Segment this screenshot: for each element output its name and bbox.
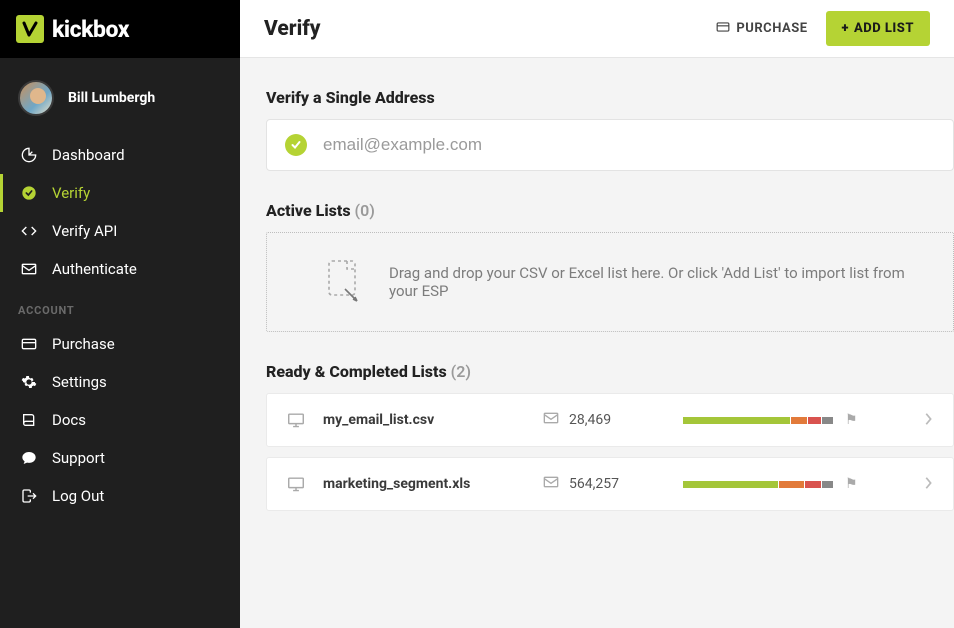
flag-icon: ⚑ [845, 412, 858, 428]
check-icon [285, 134, 307, 156]
drop-text: Drag and drop your CSV or Excel list her… [389, 264, 929, 300]
user-block[interactable]: Bill Lumbergh [0, 58, 240, 136]
list-count: 28,469 [543, 412, 683, 428]
envelope-icon [543, 476, 559, 492]
sidebar-item-settings[interactable]: Settings [0, 363, 240, 401]
list-name: marketing_segment.xls [323, 476, 543, 492]
list-row[interactable]: my_email_list.csv 28,469 ⚑ [266, 393, 954, 447]
active-lists-title: Active Lists (0) [266, 201, 954, 220]
sidebar-item-docs[interactable]: Docs [0, 401, 240, 439]
list-count: 564,257 [543, 476, 683, 492]
chat-icon [18, 450, 40, 466]
mail-icon [18, 262, 40, 276]
main: Verify PURCHASE + ADD LIST Verify a Sing… [240, 0, 954, 628]
single-address-input-wrap[interactable] [266, 119, 954, 171]
user-name: Bill Lumbergh [68, 90, 155, 106]
sidebar-item-label: Verify API [52, 222, 117, 240]
topbar-actions: PURCHASE + ADD LIST [716, 11, 930, 46]
sidebar-item-label: Docs [52, 411, 86, 429]
result-segment-bar [683, 481, 833, 488]
single-address-title: Verify a Single Address [266, 88, 954, 107]
source-desktop-icon [287, 412, 323, 428]
logo-text: kickbox [52, 16, 129, 43]
source-desktop-icon [287, 476, 323, 492]
sidebar-item-label: Purchase [52, 335, 115, 353]
book-icon [18, 412, 40, 428]
purchase-label: PURCHASE [736, 21, 807, 36]
sidebar-item-verify-api[interactable]: Verify API [0, 212, 240, 250]
chevron-right-icon [923, 411, 933, 430]
sidebar-item-purchase[interactable]: Purchase [0, 325, 240, 363]
active-lists-title-text: Active Lists [266, 201, 351, 220]
logo-mark-icon [16, 15, 44, 43]
list-count-value: 28,469 [569, 412, 611, 428]
list-row[interactable]: marketing_segment.xls 564,257 ⚑ [266, 457, 954, 511]
topbar: Verify PURCHASE + ADD LIST [240, 0, 954, 58]
sidebar-item-verify[interactable]: Verify [0, 174, 240, 212]
sidebar-item-label: Verify [52, 184, 90, 202]
email-input[interactable] [323, 135, 935, 155]
completed-lists-count: (2) [451, 362, 471, 381]
gauge-icon [18, 147, 40, 163]
gear-icon [18, 374, 40, 390]
sidebar-item-label: Log Out [52, 487, 104, 505]
envelope-icon [543, 412, 559, 428]
result-bar: ⚑ [683, 476, 923, 492]
result-segment-bar [683, 417, 833, 424]
sidebar-item-support[interactable]: Support [0, 439, 240, 477]
check-icon [18, 185, 40, 201]
sidebar-item-label: Support [52, 449, 105, 467]
sidebar: kickbox Bill Lumbergh Dashboard Verify V… [0, 0, 240, 628]
file-drop-icon [323, 259, 367, 305]
list-name: my_email_list.csv [323, 412, 543, 428]
chevron-right-icon [923, 475, 933, 494]
sidebar-item-authenticate[interactable]: Authenticate [0, 250, 240, 288]
code-icon [18, 223, 40, 239]
purchase-button[interactable]: PURCHASE [716, 21, 807, 37]
sidebar-section-label: ACCOUNT [0, 288, 240, 325]
card-icon [716, 21, 730, 37]
avatar [18, 80, 54, 116]
sidebar-item-dashboard[interactable]: Dashboard [0, 136, 240, 174]
result-bar: ⚑ [683, 412, 923, 428]
completed-lists-title-text: Ready & Completed Lists [266, 362, 447, 381]
sidebar-item-label: Authenticate [52, 260, 137, 278]
page-title: Verify [264, 17, 321, 41]
list-count-value: 564,257 [569, 476, 619, 492]
completed-lists-title: Ready & Completed Lists (2) [266, 362, 954, 381]
active-lists-count: (0) [355, 201, 375, 220]
drop-zone[interactable]: Drag and drop your CSV or Excel list her… [266, 232, 954, 332]
flag-icon: ⚑ [845, 476, 858, 492]
add-list-label: ADD LIST [854, 21, 914, 36]
sidebar-item-logout[interactable]: Log Out [0, 477, 240, 515]
content: Verify a Single Address Active Lists (0)… [240, 58, 954, 628]
add-list-button[interactable]: + ADD LIST [826, 11, 930, 46]
logout-icon [18, 488, 40, 504]
sidebar-item-label: Settings [52, 373, 107, 391]
plus-icon: + [842, 21, 849, 36]
logo[interactable]: kickbox [0, 0, 240, 58]
sidebar-item-label: Dashboard [52, 146, 125, 164]
card-icon [18, 337, 40, 351]
